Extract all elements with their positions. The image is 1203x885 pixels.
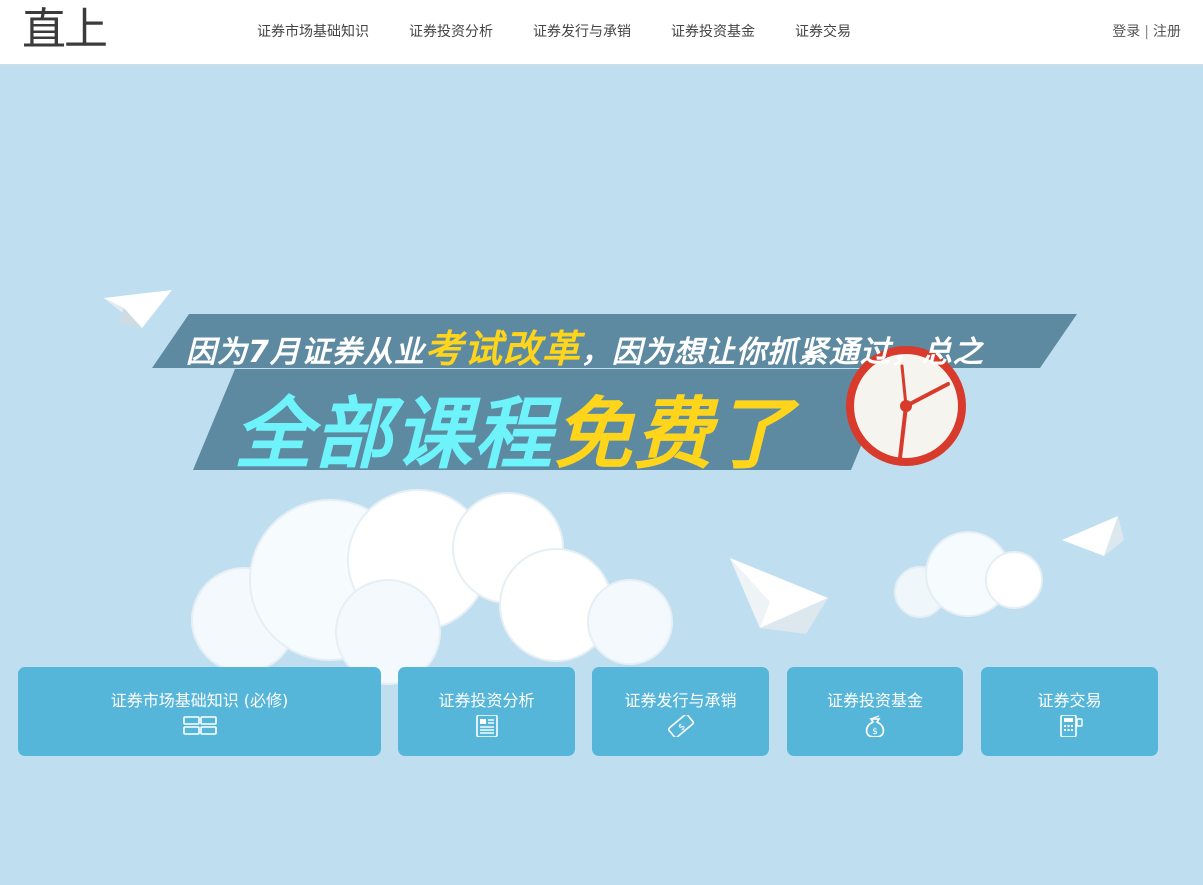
document-icon xyxy=(475,715,498,737)
category-card-market-basics[interactable]: 证券市场基础知识 (必修) xyxy=(18,667,381,756)
calculator-icon xyxy=(1059,715,1083,737)
banner-headline: 全部课程免费了 xyxy=(234,372,794,484)
category-label: 证券市场基础知识 (必修) xyxy=(110,691,289,710)
banner-tagline-prefix: 因为7月证券从业 xyxy=(186,335,425,370)
cloud-illustration xyxy=(894,531,1043,618)
category-card-investment-analysis[interactable]: 证券投资分析 xyxy=(398,667,575,756)
cloud-illustration xyxy=(191,489,673,685)
banner-headline-highlight: 免费了 xyxy=(554,390,795,480)
category-label: 证券交易 xyxy=(1037,691,1102,710)
category-label: 证券投资基金 xyxy=(826,691,923,710)
category-card-investment-fund[interactable]: 证券投资基金 $ xyxy=(787,667,963,756)
banner-tagline-suffix: ，因为想让你抓紧通过，总之 xyxy=(580,335,984,370)
register-link[interactable]: 注册 xyxy=(1153,24,1181,40)
banner-tagline-highlight: 考试改革 xyxy=(424,327,581,371)
nav-item-securities-trading[interactable]: 证券交易 xyxy=(795,21,851,41)
nav-item-investment-fund[interactable]: 证券投资基金 xyxy=(671,21,755,41)
ticket-icon: $ xyxy=(667,715,694,737)
category-card-securities-trading[interactable]: 证券交易 xyxy=(981,667,1158,756)
banner-tagline: 因为7月证券从业考试改革，因为想让你抓紧通过，总之 xyxy=(186,318,984,373)
svg-text:$: $ xyxy=(676,722,687,733)
grid-icon xyxy=(182,716,217,735)
top-nav-bar: 直上 证券市场基础知识 证券投资分析 证券发行与承销 证券投资基金 证券交易 登… xyxy=(0,0,1203,65)
banner-headline-prefix: 全部课程 xyxy=(234,390,555,480)
nav-item-issuance-underwriting[interactable]: 证券发行与承销 xyxy=(533,21,631,41)
login-link[interactable]: 登录 xyxy=(1112,24,1140,40)
auth-links: 登录 | 注册 xyxy=(1112,21,1181,41)
category-card-issuance-underwriting[interactable]: 证券发行与承销 $ xyxy=(592,667,769,756)
paper-plane-icon xyxy=(1062,516,1124,556)
nav-item-investment-analysis[interactable]: 证券投资分析 xyxy=(409,21,493,41)
site-logo[interactable]: 直上 xyxy=(22,4,108,56)
paper-plane-icon xyxy=(104,290,172,328)
money-bag-icon: $ xyxy=(865,715,885,737)
category-label: 证券投资分析 xyxy=(438,691,535,710)
nav-item-market-basics[interactable]: 证券市场基础知识 xyxy=(257,21,369,41)
svg-text:$: $ xyxy=(872,727,878,737)
auth-separator: | xyxy=(1144,24,1149,40)
paper-plane-icon xyxy=(730,558,828,634)
category-label: 证券发行与承销 xyxy=(624,691,737,710)
